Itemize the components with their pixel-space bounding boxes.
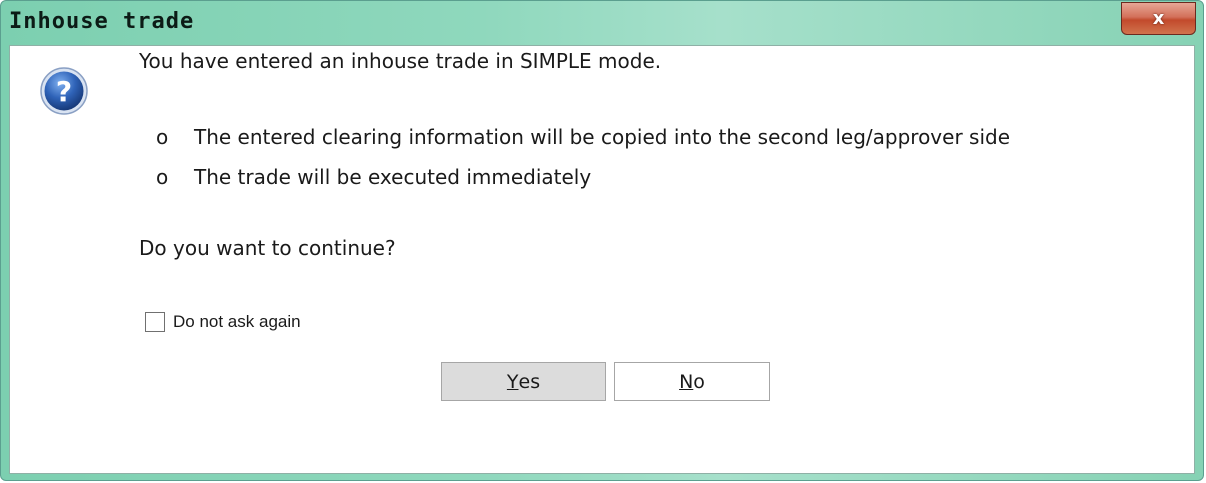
title-bar[interactable]: Inhouse trade x [1, 1, 1203, 45]
bullet-text: The trade will be executed immediately [194, 165, 592, 189]
close-button[interactable]: x [1121, 2, 1196, 35]
close-icon: x [1152, 8, 1165, 29]
bullet-item: o The entered clearing information will b… [156, 125, 1010, 149]
window-title: Inhouse trade [9, 9, 195, 34]
bullet-mark: o [156, 165, 169, 189]
confirm-question: Do you want to continue? [139, 236, 396, 260]
bullet-text: The entered clearing information will be… [194, 125, 1011, 149]
no-button[interactable]: No [614, 362, 770, 401]
yes-mnemonic: Y [506, 370, 519, 393]
bullet-mark: o [156, 125, 169, 149]
message-line: You have entered an inhouse trade in SIM… [139, 49, 662, 73]
do-not-ask-label[interactable]: Do not ask again [173, 312, 301, 332]
bullet-item: o The trade will be executed immediately [156, 165, 591, 189]
svg-text:?: ? [56, 75, 72, 108]
yes-button[interactable]: Yes [441, 362, 606, 401]
no-mnemonic: N [679, 370, 694, 393]
dialog-window: Inhouse trade x ? You have entered an in… [0, 0, 1204, 481]
question-icon: ? [40, 67, 88, 115]
yes-label-rest: es [518, 370, 541, 393]
do-not-ask-option[interactable]: Do not ask again [145, 312, 301, 332]
do-not-ask-checkbox[interactable] [145, 312, 165, 332]
no-label-rest: o [693, 370, 705, 393]
